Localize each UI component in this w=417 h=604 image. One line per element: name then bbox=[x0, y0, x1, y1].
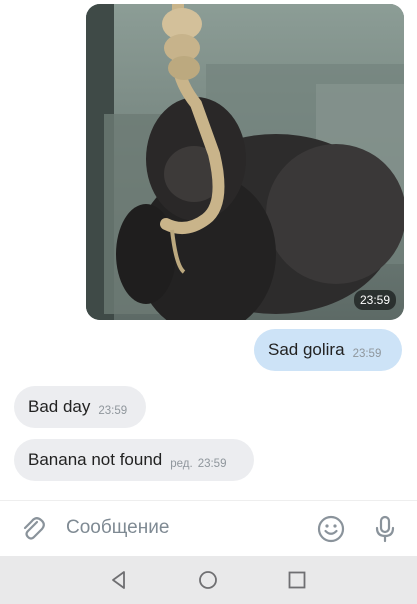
circle-home-icon[interactable] bbox=[197, 569, 219, 591]
message-time: 23:59 bbox=[98, 405, 128, 417]
triangle-back-icon[interactable] bbox=[108, 569, 130, 591]
message-input[interactable]: Сообщение bbox=[66, 517, 169, 539]
incoming-message[interactable]: Banana not found ред. 23:59 bbox=[14, 439, 254, 481]
microphone-icon[interactable] bbox=[370, 514, 400, 544]
paperclip-icon[interactable] bbox=[18, 514, 48, 544]
photo-timestamp: 23:59 bbox=[353, 290, 396, 310]
message-time: 23:59 bbox=[352, 348, 382, 360]
smiley-icon[interactable] bbox=[316, 514, 346, 544]
message-text: Sad golira bbox=[268, 340, 345, 359]
message-composer: Сообщение bbox=[0, 500, 417, 557]
message-text: Banana not found bbox=[28, 450, 163, 469]
edited-label: ред. bbox=[170, 458, 193, 470]
message-time: 23:59 bbox=[197, 458, 227, 470]
gorilla-photo bbox=[86, 4, 404, 320]
outgoing-message[interactable]: Sad golira 23:59 bbox=[254, 329, 402, 371]
square-recents-icon[interactable] bbox=[286, 569, 308, 591]
message-text: Bad day bbox=[28, 397, 91, 416]
chat-history[interactable]: 23:59 Sad golira 23:59 Bad day 23:59 Ban… bbox=[0, 0, 417, 500]
incoming-message[interactable]: Bad day 23:59 bbox=[14, 386, 146, 428]
android-nav-bar bbox=[0, 556, 417, 604]
photo-message[interactable]: 23:59 bbox=[86, 4, 404, 320]
